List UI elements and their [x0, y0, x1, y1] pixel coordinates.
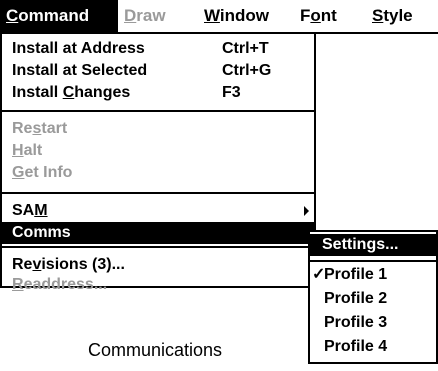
- menu-window-label-post: indow: [219, 6, 270, 25]
- readdress-label-mnemonic: R: [12, 276, 24, 293]
- halt-label: Halt: [12, 140, 42, 162]
- menu-item-sam[interactable]: SAM: [2, 200, 316, 222]
- menu-item-install-at-selected[interactable]: Install at Selected Ctrl+G: [2, 60, 316, 82]
- readdress-label-post: eaddress...: [23, 276, 108, 293]
- get-info-label: Get Info: [12, 162, 72, 184]
- menu-draw-label-mnemonic: D: [124, 6, 137, 25]
- menu-style[interactable]: Style: [366, 0, 438, 32]
- install-changes-label: Install Changes: [12, 82, 130, 104]
- menu-font-label-mnemonic: o: [310, 6, 321, 25]
- menu-separator: [2, 192, 316, 194]
- menu-draw-label-post: raw: [136, 6, 166, 25]
- install-changes-shortcut: F3: [222, 84, 241, 101]
- menu-font[interactable]: Font: [294, 0, 366, 32]
- halt-label-post: alt: [23, 142, 43, 159]
- submenu-item-settings[interactable]: Settings...: [310, 234, 436, 256]
- figure-caption: Communications: [88, 340, 223, 360]
- submenu-item-profile-1[interactable]: ✓ Profile 1: [310, 264, 436, 286]
- menu-item-install-changes[interactable]: Install Changes F3: [2, 82, 316, 104]
- menu-font-label-pre: F: [300, 6, 311, 25]
- submenu-item-profile-4[interactable]: Profile 4: [310, 336, 436, 358]
- revisions-label-post: isions (3)...: [41, 256, 125, 273]
- menu-item-halt[interactable]: Halt: [2, 140, 316, 162]
- profile-4-label: Profile 4: [324, 338, 388, 355]
- submenu-arrow-icon: [304, 206, 309, 216]
- halt-label-mnemonic: H: [12, 142, 24, 159]
- menu-command-label-post: ommand: [18, 6, 90, 25]
- menu-item-get-info[interactable]: Get Info: [2, 162, 316, 184]
- menu-bar: Command Draw Window Font Style: [0, 0, 438, 34]
- profile-1-label: Profile 1: [324, 266, 388, 283]
- install-changes-label-post: hanges: [74, 84, 131, 101]
- restart-label: Restart: [12, 118, 67, 140]
- install-changes-label-pre: Install: [12, 84, 63, 101]
- menu-window-label-mnemonic: W: [204, 6, 220, 25]
- submenu-item-profile-2[interactable]: Profile 2: [310, 288, 436, 310]
- menu-item-readdress[interactable]: Readdress...: [2, 276, 316, 293]
- submenu-separator: [310, 260, 436, 262]
- menu-item-install-at-address[interactable]: Install at Address Ctrl+T: [2, 38, 316, 60]
- profile-3-label: Profile 3: [324, 314, 388, 331]
- install-at-address-shortcut: Ctrl+T: [222, 40, 269, 57]
- sam-label: SAM: [12, 200, 48, 222]
- comms-submenu: Settings... ✓ Profile 1 Profile 2 Profil…: [308, 230, 438, 364]
- revisions-label-pre: Re: [12, 256, 33, 273]
- menu-separator: [2, 110, 316, 112]
- menu-style-label-post: tyle: [383, 6, 413, 25]
- revisions-label: Revisions (3)...: [12, 254, 125, 276]
- install-at-selected-label: Install at Selected: [12, 62, 148, 79]
- install-changes-label-mnemonic: C: [62, 84, 75, 101]
- sam-label-pre: SA: [12, 202, 35, 219]
- get-info-label-post: et Info: [24, 164, 73, 181]
- menu-item-revisions[interactable]: Revisions (3)...: [2, 254, 316, 276]
- menu-style-label-mnemonic: S: [372, 6, 384, 25]
- menu-item-comms[interactable]: Comms: [2, 222, 316, 244]
- command-menu: Install at Address Ctrl+T Install at Sel…: [0, 34, 316, 293]
- menu-command-label-mnemonic: C: [6, 6, 19, 25]
- sam-label-mnemonic: M: [34, 202, 48, 219]
- submenu-item-profile-3[interactable]: Profile 3: [310, 312, 436, 334]
- comms-label: Comms: [12, 224, 71, 241]
- install-at-selected-shortcut: Ctrl+G: [222, 62, 272, 79]
- menu-command[interactable]: Command: [0, 0, 118, 32]
- settings-label: Settings...: [322, 236, 399, 253]
- restart-label-post: tart: [41, 120, 68, 137]
- menu-font-label-post: nt: [320, 6, 337, 25]
- profile-2-label: Profile 2: [324, 290, 388, 307]
- menu-item-restart[interactable]: Restart: [2, 118, 316, 140]
- menu-window[interactable]: Window: [198, 0, 294, 32]
- menu-draw[interactable]: Draw: [118, 0, 198, 32]
- get-info-label-mnemonic: G: [12, 164, 25, 181]
- menu-separator: [2, 246, 316, 248]
- readdress-label: Readdress...: [12, 274, 107, 296]
- install-at-address-label: Install at Address: [12, 40, 145, 57]
- restart-label-pre: Re: [12, 120, 33, 137]
